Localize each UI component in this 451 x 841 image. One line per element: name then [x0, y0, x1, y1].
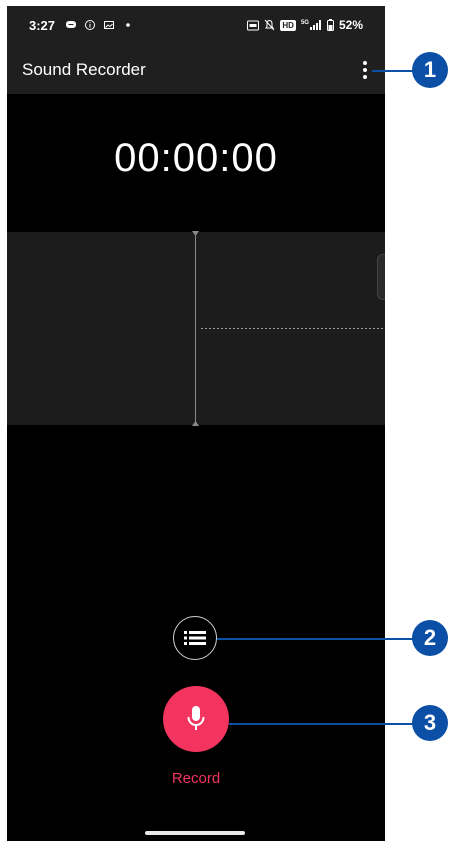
app-bar: Sound Recorder [7, 46, 385, 94]
battery-icon [326, 19, 334, 31]
microphone-icon [187, 706, 205, 730]
battery-percent: 52% [338, 18, 363, 32]
playhead-top-marker [192, 231, 199, 236]
navigation-handle[interactable] [145, 831, 245, 835]
phone-screen: 3:27 HD 5G 52% Sound Recorder 00:00:00 R… [7, 6, 385, 841]
info-icon [85, 20, 95, 30]
status-right-icons: HD 5G 52% [247, 18, 363, 32]
waveform-area [7, 231, 385, 426]
dot-icon [126, 23, 130, 27]
network-type: 5G [300, 20, 309, 26]
page: 3:27 HD 5G 52% Sound Recorder 00:00:00 R… [0, 0, 451, 841]
status-bar: 3:27 HD 5G 52% [7, 6, 385, 46]
network-label: 5G [301, 20, 322, 30]
list-icon [184, 631, 206, 645]
status-time: 3:27 [29, 18, 56, 33]
signal-icon [309, 20, 321, 30]
record-label: Record [171, 770, 221, 787]
mute-icon [265, 19, 275, 31]
recordings-list-button[interactable] [173, 616, 217, 660]
callout-2: 2 [412, 620, 448, 656]
callout-3: 3 [412, 705, 448, 741]
notification-icons [65, 19, 134, 31]
nfc-icon [247, 20, 260, 30]
callout-line-2 [217, 638, 414, 640]
menu-dot [363, 68, 367, 72]
record-button[interactable] [163, 686, 229, 752]
image-icon [104, 21, 114, 29]
menu-dot [363, 75, 367, 79]
playhead-bottom-marker [192, 421, 199, 426]
waveform-scroll-handle[interactable] [377, 254, 385, 300]
callout-line-3 [229, 723, 414, 725]
hd-badge: HD [280, 19, 296, 31]
callout-1: 1 [412, 52, 448, 88]
waveform-baseline [201, 328, 385, 329]
app-title: Sound Recorder [22, 60, 146, 79]
chat-icon [66, 21, 76, 28]
menu-dot [363, 61, 367, 65]
callout-line-1 [372, 70, 416, 72]
elapsed-timer: 00:00:00 [114, 136, 278, 180]
playhead-line [195, 232, 196, 425]
